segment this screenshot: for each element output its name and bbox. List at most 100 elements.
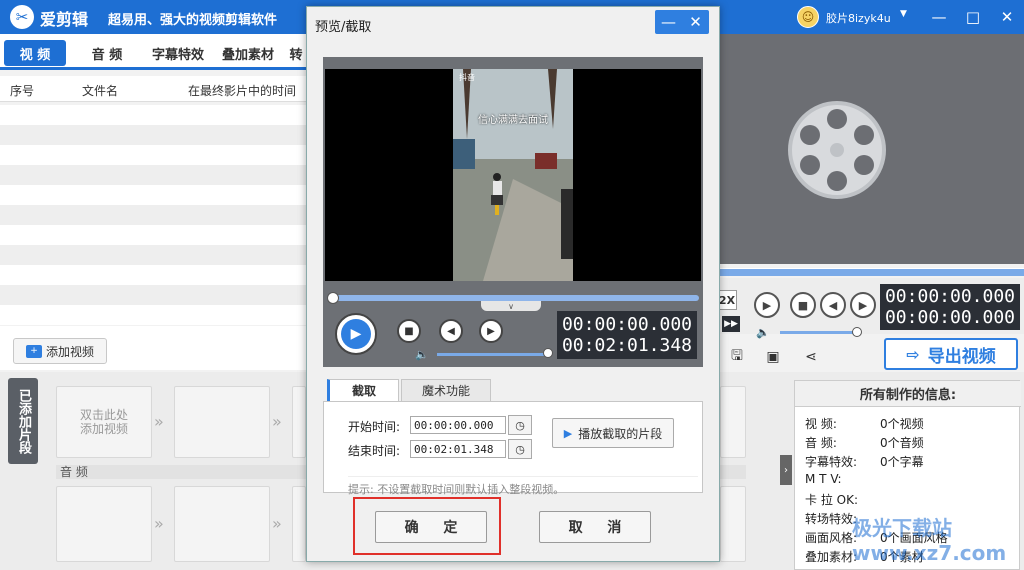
table-row[interactable] xyxy=(0,165,306,185)
clock-icon[interactable]: ◷ xyxy=(508,415,532,435)
video-frame: 抖音 信心满满去面试 xyxy=(453,69,573,281)
ok-button[interactable]: 确 定 xyxy=(375,511,487,543)
info-row-video: 视 频: 0个视频 xyxy=(805,415,924,432)
reel-hole xyxy=(854,155,874,175)
clip-slot[interactable] xyxy=(720,386,746,458)
reel-hole xyxy=(854,125,874,145)
table-row[interactable] xyxy=(0,185,306,205)
close-button[interactable]: ✕ xyxy=(996,6,1018,28)
table-row[interactable] xyxy=(0,125,306,145)
table-row[interactable] xyxy=(0,265,306,285)
add-video-icon: + xyxy=(25,344,42,358)
play-clip-button[interactable]: ▶ 播放截取的片段 xyxy=(552,418,674,448)
reel-hole xyxy=(827,171,847,191)
export-label: 导出视频 xyxy=(927,346,996,367)
table-row[interactable] xyxy=(0,145,306,165)
preview-cut-dialog: 预览/截取 — ✕ 抖音 信心满满去面试 ∨ ▶ ■ ◀ ▶ 🔈 00:00:0… xyxy=(306,6,720,562)
cut-hint: 提示: 不设置截取时间则默认插入整段视频。 xyxy=(348,476,698,497)
clip-slot[interactable] xyxy=(292,386,306,458)
dialog-volume-knob[interactable] xyxy=(543,348,553,358)
column-index[interactable]: 序号 xyxy=(10,82,34,99)
stop-icon[interactable]: ■ xyxy=(397,319,421,343)
info-row-subtitle: 字幕特效: 0个字幕 xyxy=(805,453,924,470)
dialog-volume-slider[interactable] xyxy=(437,353,549,356)
play-icon: ▶ xyxy=(563,426,573,440)
table-row[interactable] xyxy=(0,285,306,305)
reel-hub xyxy=(830,143,844,157)
export-video-button[interactable]: ⇨ 导出视频 xyxy=(884,338,1018,370)
dialog-play-button[interactable]: ▶ xyxy=(335,313,377,355)
table-row[interactable] xyxy=(0,245,306,265)
previous-frame-icon[interactable]: ◀ xyxy=(439,319,463,343)
chevron-down-icon[interactable]: ▼ xyxy=(900,9,907,19)
user-avatar[interactable]: ☺ xyxy=(797,6,819,28)
tab-cut[interactable]: 截取 xyxy=(327,379,399,401)
reel-hole xyxy=(827,109,847,129)
dialog-title: 预览/截取 xyxy=(315,20,372,35)
maximize-button[interactable]: □ xyxy=(962,6,984,28)
play-icon: ▶ xyxy=(341,319,371,349)
column-filename[interactable]: 文件名 xyxy=(82,82,118,99)
dialog-player: 抖音 信心满满去面试 ∨ ▶ ■ ◀ ▶ 🔈 00:00:00.000 00:0… xyxy=(323,57,703,367)
audio-slot[interactable] xyxy=(56,486,152,562)
audio-slot[interactable] xyxy=(720,486,746,562)
file-table-header: 序号 文件名 在最终影片中的时间 xyxy=(0,76,306,102)
start-time-input[interactable] xyxy=(410,416,506,434)
dialog-total-time: 00:02:01.348 xyxy=(561,335,693,356)
end-time-input[interactable] xyxy=(410,440,506,458)
save-as-icon[interactable]: ▣ xyxy=(764,348,782,366)
info-row-style: 画面风格: 0个画面风格 xyxy=(805,529,948,546)
dialog-time-display: 00:00:00.000 00:02:01.348 xyxy=(557,311,697,359)
previous-frame-icon[interactable]: ◀ xyxy=(820,292,846,318)
main-volume-slider[interactable] xyxy=(780,331,858,334)
tab-overlay[interactable]: 叠加素材 xyxy=(216,40,280,66)
table-row[interactable] xyxy=(0,105,306,125)
chevron-down-icon[interactable]: ∨ xyxy=(481,301,541,311)
clip-slot[interactable]: 双击此处 添加视频 xyxy=(56,386,152,458)
fast-forward-icon[interactable]: ▶▶ xyxy=(722,316,740,332)
info-value: 0个视频 xyxy=(880,417,924,431)
minimize-button[interactable]: — xyxy=(928,6,950,28)
column-time-in-movie[interactable]: 在最终影片中的时间 xyxy=(188,82,296,99)
stop-icon[interactable]: ■ xyxy=(790,292,816,318)
audio-slot[interactable] xyxy=(292,486,306,562)
tab-magic-function[interactable]: 魔术功能 xyxy=(401,379,491,401)
tab-audio[interactable]: 音 频 xyxy=(76,40,138,66)
add-video-button[interactable]: + 添加视频 xyxy=(13,338,107,364)
chevron-right-icon: » xyxy=(272,514,282,533)
volume-icon[interactable]: 🔈 xyxy=(415,348,429,361)
table-row[interactable] xyxy=(0,205,306,225)
main-volume-knob[interactable] xyxy=(852,327,862,337)
volume-icon[interactable]: 🔈 xyxy=(756,326,770,339)
speed-button[interactable]: 2X xyxy=(717,290,737,310)
cut-tabs: 截取 魔术功能 xyxy=(323,379,703,401)
tab-subtitle-effects[interactable]: 字幕特效 xyxy=(146,40,210,66)
save-icon[interactable]: 🖫 xyxy=(728,348,746,366)
table-row[interactable] xyxy=(0,305,306,325)
user-name[interactable]: 胶片8izyk4u xyxy=(826,10,891,26)
chevron-right-icon: » xyxy=(272,412,282,431)
main-time-display: 00:00:00.000 00:00:00.000 xyxy=(880,284,1020,330)
next-frame-icon[interactable]: ▶ xyxy=(850,292,876,318)
clip-slot[interactable] xyxy=(174,386,270,458)
expand-panel-icon[interactable]: › xyxy=(780,455,792,485)
tab-transition[interactable]: 转 xyxy=(286,40,306,66)
next-frame-icon[interactable]: ▶ xyxy=(479,319,503,343)
dialog-current-time: 00:00:00.000 xyxy=(561,314,693,335)
info-label: 字幕特效: xyxy=(805,455,858,469)
clock-icon[interactable]: ◷ xyxy=(508,439,532,459)
table-row[interactable] xyxy=(0,225,306,245)
play-icon[interactable]: ▶ xyxy=(754,292,780,318)
info-label: 视 频: xyxy=(805,417,837,431)
main-progress-bar[interactable] xyxy=(720,268,1024,276)
share-icon[interactable]: ⋖ xyxy=(802,348,820,366)
dialog-progress-knob[interactable] xyxy=(327,292,339,304)
dialog-close-button[interactable]: ✕ xyxy=(682,10,709,34)
video-screen[interactable]: 抖音 信心满满去面试 xyxy=(325,69,701,281)
tab-video[interactable]: 视 频 xyxy=(4,40,66,66)
dialog-title-bar[interactable]: 预览/截取 — ✕ xyxy=(307,7,719,39)
dialog-minimize-button[interactable]: — xyxy=(655,10,682,34)
audio-slot[interactable] xyxy=(174,486,270,562)
info-label: 音 频: xyxy=(805,436,837,450)
cancel-button[interactable]: 取 消 xyxy=(539,511,651,543)
